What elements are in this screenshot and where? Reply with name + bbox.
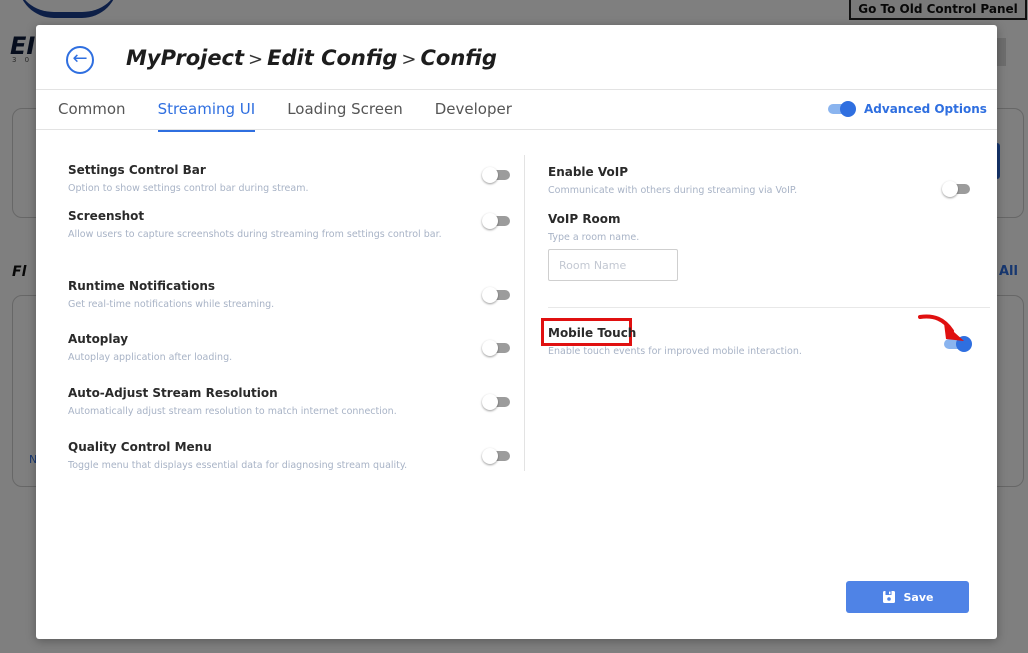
back-arrow-icon[interactable]: ← xyxy=(66,46,94,74)
setting-title: Mobile Touch xyxy=(548,326,637,340)
setting-description: Type a room name. xyxy=(548,232,640,243)
breadcrumb-separator: > xyxy=(401,49,417,70)
setting-title: Screenshot xyxy=(68,209,145,223)
modal-header: ← MyProject > Edit Config > Config xyxy=(36,25,997,90)
auto-adjust-resolution-toggle[interactable] xyxy=(482,394,512,410)
save-button[interactable]: Save xyxy=(846,581,969,613)
setting-auto-adjust-resolution: Auto-Adjust Stream Resolution Automatica… xyxy=(68,386,510,419)
quality-control-menu-toggle[interactable] xyxy=(482,448,512,464)
setting-title: Enable VoIP xyxy=(548,165,628,179)
enable-voip-toggle[interactable] xyxy=(942,181,972,197)
setting-title: Runtime Notifications xyxy=(68,279,216,293)
red-arrow-annotation-icon xyxy=(918,314,964,341)
tab-bar: Common Streaming UI Loading Screen Devel… xyxy=(58,90,544,132)
save-label: Save xyxy=(903,590,934,604)
setting-title: Autoplay xyxy=(68,332,129,346)
setting-voip-room: VoIP Room Type a room name. xyxy=(548,212,972,245)
setting-description: Option to show settings control bar duri… xyxy=(68,183,309,194)
setting-mobile-touch: Mobile Touch Enable touch events for imp… xyxy=(548,326,972,359)
breadcrumb: MyProject > Edit Config > Config xyxy=(126,46,497,70)
breadcrumb-separator: > xyxy=(248,49,264,70)
setting-description: Enable touch events for improved mobile … xyxy=(548,346,802,357)
tab-developer[interactable]: Developer xyxy=(435,90,512,130)
breadcrumb-project[interactable]: MyProject xyxy=(126,46,244,70)
setting-description: Autoplay application after loading. xyxy=(68,352,233,363)
runtime-notifications-toggle[interactable] xyxy=(482,287,512,303)
screenshot-toggle[interactable] xyxy=(482,213,512,229)
advanced-options-label: Advanced Options xyxy=(864,102,987,116)
setting-description: Get real-time notifications while stream… xyxy=(68,299,275,310)
advanced-options: Advanced Options xyxy=(826,101,987,117)
setting-description: Communicate with others during streaming… xyxy=(548,185,798,196)
edit-config-modal: ← MyProject > Edit Config > Config Common St… xyxy=(36,25,997,639)
setting-description: Automatically adjust stream resolution t… xyxy=(68,406,397,417)
setting-settings-control-bar: Settings Control Bar Option to show sett… xyxy=(68,163,510,196)
column-divider xyxy=(524,155,525,471)
breadcrumb-edit-config[interactable]: Edit Config xyxy=(267,46,397,70)
advanced-options-toggle[interactable] xyxy=(826,101,856,117)
tab-streaming-ui[interactable]: Streaming UI xyxy=(157,90,255,132)
setting-description: Allow users to capture screenshots durin… xyxy=(68,229,442,240)
tab-common[interactable]: Common xyxy=(58,90,126,130)
settings-control-bar-toggle[interactable] xyxy=(482,167,512,183)
setting-description: Toggle menu that displays essential data… xyxy=(68,460,408,471)
section-divider xyxy=(548,307,990,308)
setting-title: Settings Control Bar xyxy=(68,163,206,177)
setting-screenshot: Screenshot Allow users to capture screen… xyxy=(68,209,510,242)
voip-room-input[interactable] xyxy=(548,249,678,281)
tab-loading-screen[interactable]: Loading Screen xyxy=(287,90,403,130)
tabs-divider xyxy=(36,129,997,130)
setting-runtime-notifications: Runtime Notifications Get real-time noti… xyxy=(68,279,510,312)
setting-quality-control-menu: Quality Control Menu Toggle menu that di… xyxy=(68,440,510,473)
autoplay-toggle[interactable] xyxy=(482,340,512,356)
floppy-disk-icon xyxy=(882,591,895,603)
setting-title: Quality Control Menu xyxy=(68,440,212,454)
setting-title: Auto-Adjust Stream Resolution xyxy=(68,386,278,400)
setting-title: VoIP Room xyxy=(548,212,621,226)
setting-autoplay: Autoplay Autoplay application after load… xyxy=(68,332,510,365)
setting-enable-voip: Enable VoIP Communicate with others duri… xyxy=(548,165,972,198)
breadcrumb-config: Config xyxy=(420,46,497,70)
